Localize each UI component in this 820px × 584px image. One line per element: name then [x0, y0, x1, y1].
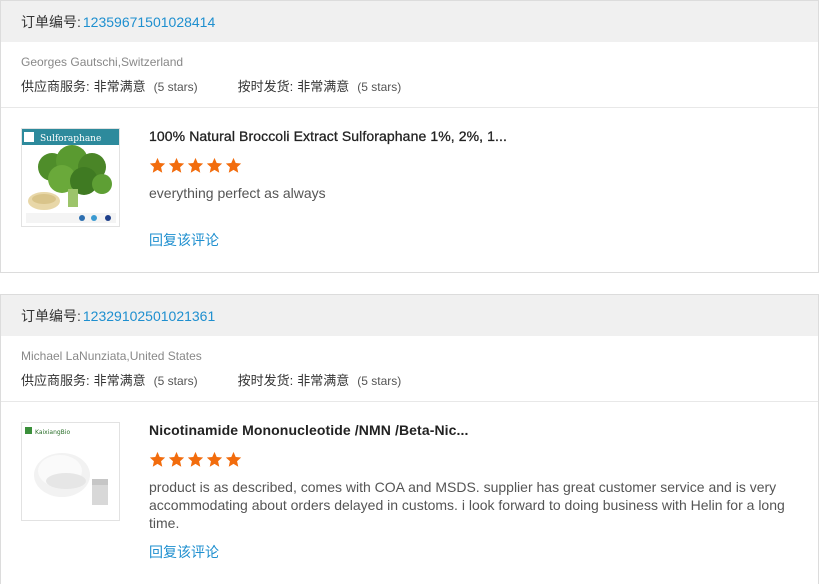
review-card: 订单编号: 12359671501028414 Georges Gautschi… — [0, 0, 819, 273]
order-number-link[interactable]: 12329102501021361 — [83, 308, 215, 324]
supplier-service-stars: (5 stars) — [153, 374, 198, 388]
supplier-service-rating: 供应商服务: 非常满意 (5 stars) — [21, 372, 198, 390]
reply-review-link[interactable]: 回复该评论 — [149, 230, 219, 250]
star-rating — [149, 451, 242, 468]
star-icon — [206, 157, 223, 173]
on-time-label: 按时发货: — [237, 373, 294, 388]
review-comment: everything perfect as always — [149, 185, 326, 201]
thumb-label: Sulforaphane — [40, 134, 101, 144]
reply-review-link[interactable]: 回复该评论 — [149, 542, 219, 562]
thumb-label: KaixiangBio — [35, 429, 70, 436]
star-icon — [168, 451, 185, 467]
supplier-service-label: 供应商服务: — [21, 373, 90, 388]
order-label: 订单编号: — [21, 307, 81, 324]
order-header: 订单编号: 12359671501028414 — [1, 1, 818, 42]
star-rating — [149, 157, 242, 174]
buyer-name-country: Georges Gautschi,Switzerland — [21, 55, 184, 69]
order-header: 订单编号: 12329102501021361 — [1, 295, 818, 336]
star-icon — [149, 451, 166, 467]
rating-summary: 供应商服务: 非常满意 (5 stars) 按时发货: 非常满意 (5 star… — [21, 78, 798, 96]
buyer-meta: Georges Gautschi,Switzerland 供应商服务: 非常满意… — [1, 42, 818, 108]
powder-product-image[interactable]: KaixiangBio — [21, 422, 120, 521]
supplier-service-label: 供应商服务: — [21, 79, 90, 94]
on-time-value: 非常满意 — [297, 373, 350, 388]
star-icon — [225, 451, 242, 467]
on-time-label: 按时发货: — [237, 79, 294, 94]
product-title-link[interactable]: Nicotinamide Mononucleotide /NMN /Beta-N… — [149, 422, 469, 438]
broccoli-product-image[interactable]: Sulforaphane — [21, 128, 120, 227]
on-time-stars: (5 stars) — [357, 374, 402, 388]
supplier-service-value: 非常满意 — [93, 79, 146, 94]
supplier-service-value: 非常满意 — [93, 373, 146, 388]
on-time-delivery-rating: 按时发货: 非常满意 (5 stars) — [238, 78, 402, 96]
product-title-link[interactable]: 100% Natural Broccoli Extract Sulforapha… — [149, 128, 507, 144]
review-card: 订单编号: 12329102501021361 Michael LaNunzia… — [0, 294, 819, 584]
star-icon — [187, 451, 204, 467]
order-label: 订单编号: — [21, 13, 81, 30]
buyer-meta: Michael LaNunziata,United States 供应商服务: … — [1, 336, 818, 402]
review-comment: product is as described, comes with COA … — [149, 479, 785, 531]
supplier-service-stars: (5 stars) — [153, 80, 198, 94]
on-time-stars: (5 stars) — [357, 80, 402, 94]
on-time-value: 非常满意 — [297, 79, 350, 94]
star-icon — [206, 451, 223, 467]
buyer-name-country: Michael LaNunziata,United States — [21, 349, 202, 363]
star-icon — [168, 157, 185, 173]
star-icon — [187, 157, 204, 173]
star-icon — [149, 157, 166, 173]
star-icon — [225, 157, 242, 173]
order-number-link[interactable]: 12359671501028414 — [83, 14, 215, 30]
on-time-delivery-rating: 按时发货: 非常满意 (5 stars) — [238, 372, 402, 390]
rating-summary: 供应商服务: 非常满意 (5 stars) 按时发货: 非常满意 (5 star… — [21, 372, 798, 390]
supplier-service-rating: 供应商服务: 非常满意 (5 stars) — [21, 78, 198, 96]
